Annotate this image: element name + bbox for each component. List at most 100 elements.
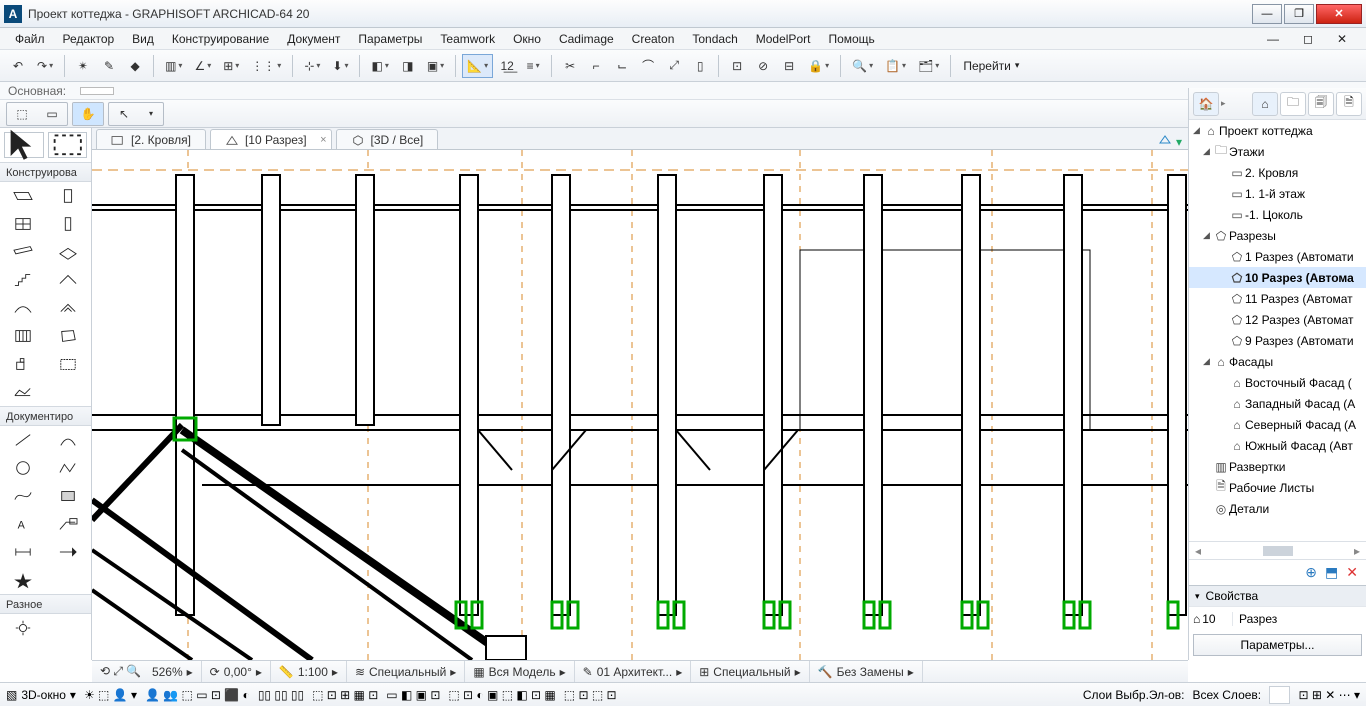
intersect-button[interactable]: ⌙ bbox=[610, 54, 634, 78]
redo-button[interactable]: ↷ bbox=[32, 54, 58, 78]
nav-view4-button[interactable]: 🗎 bbox=[1336, 92, 1362, 116]
inject-button[interactable]: ✎ bbox=[97, 54, 121, 78]
nav-view2-button[interactable]: 🗀 bbox=[1280, 92, 1306, 116]
menu-view[interactable]: Вид bbox=[123, 30, 163, 48]
zoom-controls[interactable]: ⟲ ⤢ 🔍 526% ▸ bbox=[92, 661, 202, 682]
stair-tool[interactable] bbox=[0, 266, 46, 294]
design-header[interactable]: Конструирова bbox=[0, 162, 91, 182]
layer-sel-box[interactable] bbox=[1269, 686, 1290, 704]
align-button[interactable]: ≡ bbox=[521, 54, 545, 78]
nav-new-button[interactable]: ⊕ bbox=[1305, 564, 1317, 581]
menu-tondach[interactable]: Tondach bbox=[683, 30, 746, 48]
model-filter[interactable]: ▦ Вся Модель ▸ bbox=[465, 661, 574, 682]
line-tool[interactable] bbox=[0, 426, 46, 454]
misc-header[interactable]: Разное bbox=[0, 594, 91, 614]
menu-file[interactable]: Файл bbox=[6, 30, 54, 48]
navigator-tree[interactable]: ◢⌂Проект коттеджа ◢🗀Этажи ▭2. Кровля ▭1.… bbox=[1189, 120, 1366, 541]
tab-plan[interactable]: [2. Кровля] bbox=[96, 129, 206, 149]
resize-button[interactable]: ⤢ bbox=[662, 54, 686, 78]
menu-creaton[interactable]: Creaton bbox=[623, 30, 684, 48]
column-tool[interactable] bbox=[46, 210, 92, 238]
penset[interactable]: ✎ 01 Архитект... ▸ bbox=[575, 661, 692, 682]
wall-tool[interactable] bbox=[0, 182, 46, 210]
level-tool[interactable] bbox=[46, 538, 92, 566]
menu-cadimage[interactable]: Cadimage bbox=[550, 30, 623, 48]
ungroup-button[interactable]: ⊟ bbox=[777, 54, 801, 78]
nav-projectmap-button[interactable]: 🏠 bbox=[1193, 92, 1219, 116]
text-tool[interactable]: A bbox=[0, 510, 46, 538]
tab-3d[interactable]: [3D / Все] bbox=[336, 129, 439, 149]
curtainwall-tool[interactable] bbox=[0, 322, 46, 350]
menu-window[interactable]: Окно bbox=[504, 30, 550, 48]
trace2-button[interactable]: ◨ bbox=[396, 54, 420, 78]
tree-selected-section[interactable]: ⬠10 Разрез (Автома bbox=[1189, 267, 1366, 288]
ruler-button[interactable]: ▥ bbox=[160, 54, 187, 78]
tab-section[interactable]: [10 Разрез]× bbox=[210, 129, 332, 149]
polyline-tool[interactable] bbox=[46, 454, 92, 482]
hand-button[interactable]: ✋ bbox=[73, 103, 103, 125]
gravity-button[interactable]: ⬇ bbox=[327, 54, 353, 78]
skylight-tool[interactable] bbox=[46, 294, 92, 322]
arrow-tool[interactable] bbox=[4, 132, 44, 158]
tab-close-icon[interactable]: × bbox=[320, 134, 326, 146]
default-swatch[interactable] bbox=[80, 87, 114, 95]
favorites-button[interactable]: ◆ bbox=[123, 54, 147, 78]
find-button[interactable]: 🔍 bbox=[847, 54, 878, 78]
adjust-button[interactable]: ⌐ bbox=[584, 54, 608, 78]
marquee1-button[interactable]: ⬚ bbox=[7, 103, 37, 125]
slab-tool[interactable] bbox=[46, 238, 92, 266]
nav-view1-button[interactable]: ⌂ bbox=[1252, 92, 1278, 116]
arrow-mode-button[interactable]: ↖ bbox=[109, 103, 139, 125]
view3d-button[interactable]: ▧ 3D-окно ▾ bbox=[6, 688, 76, 702]
organizer-button[interactable]: 📋 bbox=[880, 54, 911, 78]
nav-delete-button[interactable]: ✕ bbox=[1346, 564, 1358, 581]
nav-view3-button[interactable]: 🗐 bbox=[1308, 92, 1334, 116]
prop-name-field[interactable]: Разрез bbox=[1233, 612, 1366, 626]
dimension-tool[interactable] bbox=[0, 538, 46, 566]
mdi-close-icon[interactable]: ✕ bbox=[1328, 30, 1356, 48]
menu-help[interactable]: Помощь bbox=[819, 30, 883, 48]
circle-tool[interactable] bbox=[0, 454, 46, 482]
lock-button[interactable]: 🔒 bbox=[803, 54, 834, 78]
prop-settings-button[interactable]: Параметры... bbox=[1193, 634, 1362, 656]
grid-button[interactable]: ⋮⋮ bbox=[246, 54, 286, 78]
suspend-button[interactable]: ⊘ bbox=[751, 54, 775, 78]
ruler12-button[interactable]: 1̲2̲ bbox=[495, 54, 519, 78]
window-tool[interactable] bbox=[0, 210, 46, 238]
menu-document[interactable]: Документ bbox=[278, 30, 349, 48]
cut-button[interactable]: ✂ bbox=[558, 54, 582, 78]
mdi-minimize-icon[interactable]: — bbox=[1258, 30, 1288, 48]
spline-tool[interactable] bbox=[0, 482, 46, 510]
fillet-button[interactable]: ⌒ bbox=[636, 54, 660, 78]
door-tool[interactable] bbox=[46, 182, 92, 210]
split-button[interactable]: ▯ bbox=[688, 54, 712, 78]
menu-teamwork[interactable]: Teamwork bbox=[431, 30, 504, 48]
mvo[interactable]: ⊞ Специальный ▸ bbox=[691, 661, 809, 682]
lamp-tool[interactable] bbox=[0, 614, 46, 642]
menu-modelport[interactable]: ModelPort bbox=[747, 30, 820, 48]
menu-options[interactable]: Параметры bbox=[349, 30, 431, 48]
goto-dropdown[interactable]: Перейти▾ bbox=[963, 59, 1019, 73]
guide-button[interactable]: ∠ bbox=[189, 54, 216, 78]
maximize-button[interactable]: ❐ bbox=[1284, 4, 1314, 24]
hotspot-tool[interactable] bbox=[0, 566, 46, 594]
beam-tool[interactable] bbox=[0, 238, 46, 266]
label-tool[interactable] bbox=[46, 510, 92, 538]
pick-button[interactable]: ✴ bbox=[71, 54, 95, 78]
roof-tool[interactable] bbox=[46, 266, 92, 294]
angle-control[interactable]: ⟳ 0,00° ▸ bbox=[202, 661, 271, 682]
shell-tool[interactable] bbox=[0, 294, 46, 322]
trace-button[interactable]: ◧ bbox=[366, 54, 393, 78]
mdi-restore-icon[interactable]: ◻ bbox=[1294, 30, 1322, 48]
marquee-tool[interactable] bbox=[48, 132, 88, 158]
menu-design[interactable]: Конструирование bbox=[163, 30, 278, 48]
mesh-tool[interactable] bbox=[0, 378, 46, 406]
undo-button[interactable]: ↶ bbox=[6, 54, 30, 78]
nav-save-button[interactable]: ⬒ bbox=[1325, 564, 1338, 581]
group-button[interactable]: ⊡ bbox=[725, 54, 749, 78]
object-tool[interactable] bbox=[0, 350, 46, 378]
close-button[interactable]: ✕ bbox=[1316, 4, 1362, 24]
layout-button[interactable]: 🗂 bbox=[913, 54, 944, 78]
menu-edit[interactable]: Редактор bbox=[54, 30, 124, 48]
fill-tool[interactable] bbox=[46, 482, 92, 510]
